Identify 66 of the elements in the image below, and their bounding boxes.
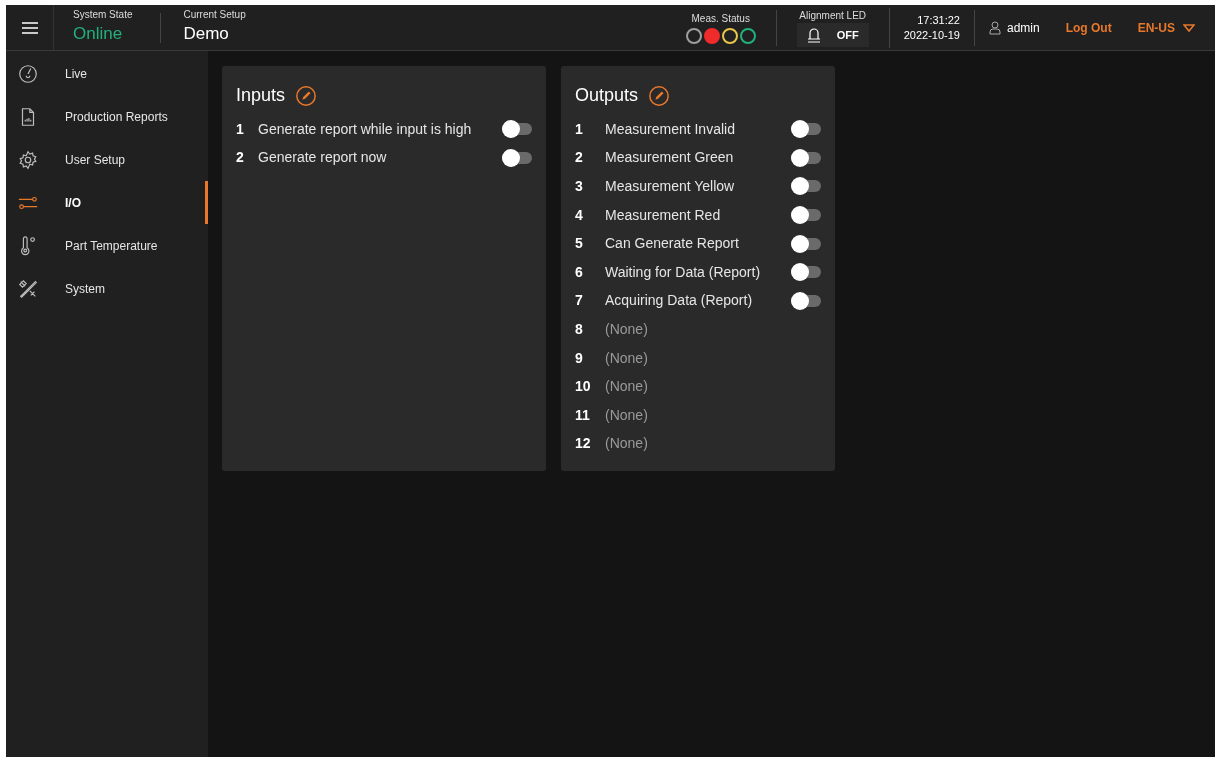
row-label: (None) bbox=[605, 377, 649, 397]
row-number: 5 bbox=[575, 234, 584, 254]
panel-title: Inputs bbox=[236, 84, 286, 107]
row-number: 9 bbox=[575, 348, 584, 368]
edit-icon[interactable] bbox=[648, 84, 671, 107]
alignment-led-label: Alignment LED bbox=[799, 9, 867, 23]
sidebar-item[interactable]: I/O bbox=[6, 181, 208, 224]
sidebar-item[interactable]: Part Temperature bbox=[6, 224, 208, 267]
language-dropdown[interactable]: EN-US bbox=[1137, 18, 1195, 37]
row-label: Can Generate Report bbox=[605, 234, 740, 254]
bell-icon bbox=[806, 27, 821, 43]
toggle-switch[interactable] bbox=[791, 266, 821, 279]
row-number: 1 bbox=[575, 119, 584, 139]
row-number: 10 bbox=[575, 377, 592, 397]
row-label: (None) bbox=[605, 319, 649, 339]
toggle-switch[interactable] bbox=[791, 294, 821, 307]
row-label: Acquiring Data (Report) bbox=[605, 291, 754, 311]
row-number: 12 bbox=[575, 434, 592, 454]
row-label: Measurement Green bbox=[605, 148, 735, 168]
menu-icon bbox=[21, 21, 38, 34]
alignment-led-button[interactable]: OFF bbox=[796, 23, 869, 47]
clock-time: 17:31:22 bbox=[917, 14, 960, 26]
tools-icon bbox=[17, 277, 39, 300]
row-number: 7 bbox=[575, 291, 584, 311]
sidebar-item[interactable]: System bbox=[6, 267, 208, 310]
sidebar-item[interactable]: Production Reports bbox=[6, 95, 208, 138]
row-number: 1 bbox=[236, 119, 245, 139]
user-icon bbox=[989, 20, 1001, 35]
row-number: 3 bbox=[575, 177, 584, 196]
row-label: Measurement Invalid bbox=[605, 119, 736, 139]
logout-link[interactable]: Log Out bbox=[1065, 18, 1112, 37]
toggle-switch[interactable] bbox=[502, 151, 532, 164]
username: admin bbox=[1007, 19, 1040, 37]
toggle-switch[interactable] bbox=[502, 123, 532, 136]
current-setup-value: Demo bbox=[183, 23, 230, 45]
system-state-value: Online bbox=[73, 23, 124, 45]
row-number: 2 bbox=[236, 148, 245, 168]
settings-icon bbox=[17, 148, 39, 171]
edit-icon[interactable] bbox=[295, 84, 318, 107]
row-label: Waiting for Data (Report) bbox=[605, 262, 762, 282]
system-state-label: System State bbox=[73, 10, 133, 21]
panel-title: Outputs bbox=[575, 84, 639, 107]
meas-status-label: Meas. Status bbox=[691, 12, 750, 26]
toggle-switch[interactable] bbox=[791, 209, 821, 222]
sidebar-item[interactable]: Live bbox=[6, 52, 208, 95]
row-label: Measurement Red bbox=[605, 205, 722, 225]
row-label: Generate report now bbox=[258, 148, 388, 168]
sidebar-item[interactable]: User Setup bbox=[6, 138, 208, 181]
row-label: (None) bbox=[605, 434, 649, 454]
gauge-icon bbox=[17, 62, 39, 85]
toggle-switch[interactable] bbox=[791, 180, 821, 193]
row-number: 8 bbox=[575, 319, 584, 339]
caret-icon bbox=[1183, 23, 1195, 32]
current-setup-label: Current Setup bbox=[183, 10, 246, 21]
row-label: (None) bbox=[605, 348, 649, 368]
row-label: (None) bbox=[605, 405, 649, 425]
row-number: 4 bbox=[575, 205, 584, 225]
row-number: 6 bbox=[575, 262, 584, 282]
row-label: Generate report while input is high bbox=[258, 119, 473, 139]
toggle-switch[interactable] bbox=[791, 123, 821, 136]
row-label: Measurement Yellow bbox=[605, 177, 736, 196]
row-number: 2 bbox=[575, 148, 584, 168]
clock-date: 2022-10-19 bbox=[903, 29, 960, 41]
row-number: 11 bbox=[575, 405, 591, 425]
toggle-switch[interactable] bbox=[791, 237, 821, 250]
toggle-switch[interactable] bbox=[791, 151, 821, 164]
